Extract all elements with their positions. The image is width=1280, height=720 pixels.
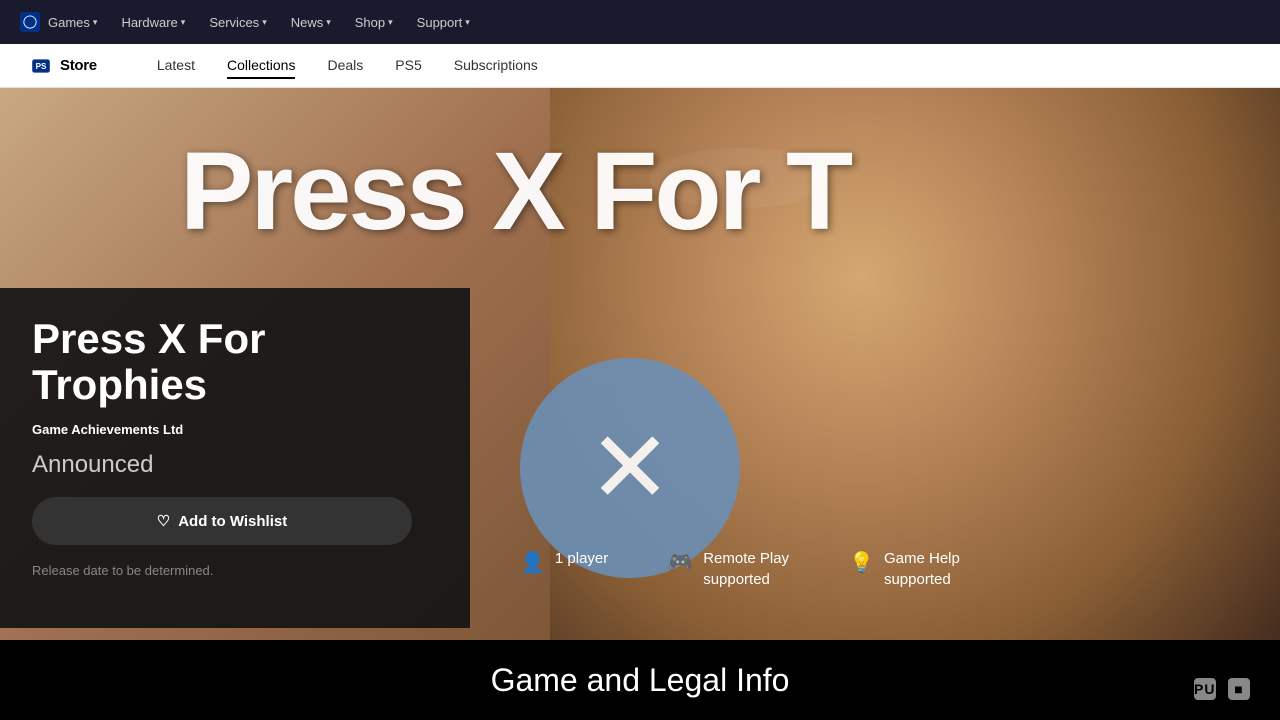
top-nav-list: Games ▾ Hardware ▾ Services ▾ News ▾ Sho… <box>48 15 470 30</box>
nav-news[interactable]: News ▾ <box>291 15 331 30</box>
game-title: Press X ForTrophies <box>32 316 438 408</box>
nav-games[interactable]: Games ▾ <box>48 15 97 30</box>
nav-shop[interactable]: Shop ▾ <box>355 15 393 30</box>
game-help-icon: 💡 <box>849 550 874 575</box>
hero-title-background: Press X For T <box>180 128 850 255</box>
player-icon: 👤 <box>520 550 545 575</box>
feature-game-help-text: Game Helpsupported <box>884 548 960 590</box>
feature-remote-play-text: Remote Playsupported <box>703 548 789 590</box>
hero-section: Press X For T Press X ForTrophies Game A… <box>0 88 1280 720</box>
svg-text:PS: PS <box>36 61 47 70</box>
nav-hardware[interactable]: Hardware ▾ <box>121 15 185 30</box>
game-features: 👤 1 player 🎮 Remote Playsupported 💡 Game… <box>520 548 960 590</box>
pushsquare-watermark: PUSH ■ <box>1188 678 1250 700</box>
feature-remote-play: 🎮 Remote Playsupported <box>668 548 789 590</box>
game-legal-title: Game and Legal Info <box>491 662 790 699</box>
store-nav-deals[interactable]: Deals <box>327 53 363 79</box>
store-nav-collections[interactable]: Collections <box>227 53 295 79</box>
store-nav-subscriptions[interactable]: Subscriptions <box>454 53 538 79</box>
feature-players-text: 1 player <box>555 548 608 569</box>
heart-icon: ♡ <box>157 512 170 530</box>
nav-services[interactable]: Services ▾ <box>209 15 266 30</box>
feature-game-help: 💡 Game Helpsupported <box>849 548 960 590</box>
bottom-section: Game and Legal Info <box>0 640 1280 720</box>
ps-icon: PS <box>30 55 52 77</box>
top-navigation: Games ▾ Hardware ▾ Services ▾ News ▾ Sho… <box>0 0 1280 44</box>
game-info-panel: Press X ForTrophies Game Achievements Lt… <box>0 288 470 628</box>
add-to-wishlist-button[interactable]: ♡ Add to Wishlist <box>32 497 412 545</box>
wishlist-label: Add to Wishlist <box>178 513 287 530</box>
remote-play-icon: 🎮 <box>668 550 693 575</box>
store-nav-ps5[interactable]: PS5 <box>395 53 421 79</box>
store-nav-latest[interactable]: Latest <box>157 53 195 79</box>
pushsquare-text: PUSH <box>1194 678 1216 700</box>
game-developer: Game Achievements Ltd <box>32 422 438 437</box>
store-nav-list: Latest Collections Deals PS5 Subscriptio… <box>157 53 538 79</box>
x-button-graphic: ✕ <box>520 358 740 578</box>
store-header: PS Store Latest Collections Deals PS5 Su… <box>0 44 1280 88</box>
feature-players: 👤 1 player <box>520 548 608 575</box>
pushsquare-icon: ■ <box>1228 678 1250 700</box>
store-brand-text: Store <box>60 57 97 74</box>
ps-store-brand: PS Store <box>30 55 97 77</box>
release-date-info: Release date to be determined. <box>32 563 438 578</box>
game-status: Announced <box>32 451 438 479</box>
playstation-logo <box>20 12 40 32</box>
x-symbol: ✕ <box>588 418 672 518</box>
nav-support[interactable]: Support ▾ <box>417 15 470 30</box>
